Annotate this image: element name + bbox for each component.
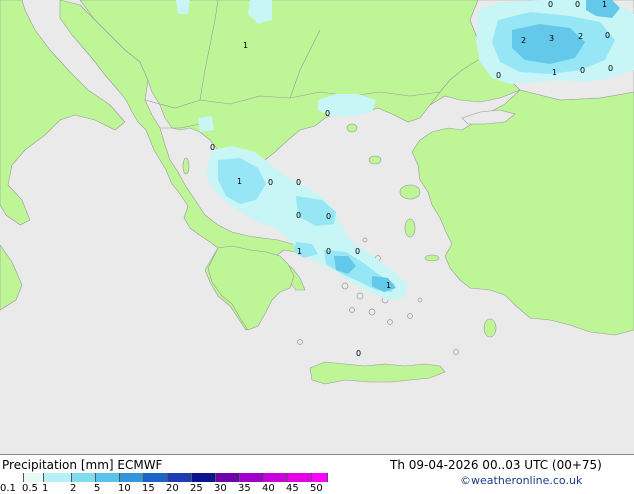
map-label: 1 [297, 247, 302, 256]
legend-swatch [288, 473, 312, 482]
map-label: 0 [326, 247, 331, 256]
legend-tick-label: 0.5 [22, 483, 38, 494]
legend-swatch [44, 473, 72, 482]
land-chios [404, 218, 416, 238]
map-label: 0 [210, 143, 215, 152]
legend-tick-label: 40 [262, 483, 275, 494]
map-label: 0 [356, 349, 361, 358]
legend-swatch [312, 473, 328, 482]
land-rhodes [483, 318, 497, 338]
map-label: 1 [243, 41, 248, 50]
land-corfu [182, 157, 190, 175]
copyright-link[interactable]: ©weatheronline.co.uk [460, 474, 582, 487]
legend-swatch [216, 473, 240, 482]
legend-swatch [120, 473, 144, 482]
legend-swatch [96, 473, 120, 482]
map-label: 0 [296, 211, 301, 220]
map-label: 0 [580, 66, 585, 75]
legend-swatch [240, 473, 264, 482]
legend-tick-label: 25 [190, 483, 203, 494]
precipitation-map: 0 0 1 1 0 2 3 2 0 0 1 0 0 0 0 0 1 0 0 0 … [0, 0, 634, 455]
legend-tick-label: 30 [214, 483, 227, 494]
legend-tick-label: 20 [166, 483, 179, 494]
map-label: 2 [521, 36, 526, 45]
map-label: 0 [268, 178, 273, 187]
legend-tick-label: 50 [310, 483, 323, 494]
legend-swatch [264, 473, 288, 482]
land-thasos [346, 123, 358, 133]
land-lemnos [368, 155, 382, 165]
map-label: 2 [578, 32, 583, 41]
footer: Precipitation [mm] ECMWF Th 09-04-2026 0… [0, 455, 634, 494]
legend-tick-label: 15 [142, 483, 155, 494]
legend-swatch [144, 473, 168, 482]
map-label: 3 [549, 34, 554, 43]
map-label: 0 [608, 64, 613, 73]
land-lesbos [399, 184, 421, 200]
legend-swatch [72, 473, 96, 482]
legend-swatch [168, 473, 192, 482]
legend-tick-label: 0.1 [0, 483, 16, 494]
map-label: 0 [355, 247, 360, 256]
map-label: 0 [605, 31, 610, 40]
legend-tick-label: 1 [42, 483, 49, 494]
map-label: 1 [237, 177, 242, 186]
map-label: 0 [296, 178, 301, 187]
valid-datetime: Th 09-04-2026 00..03 UTC (00+75) [390, 458, 602, 472]
legend-swatch [192, 473, 216, 482]
map-label: 0 [496, 71, 501, 80]
map-title: Precipitation [mm] ECMWF [2, 458, 163, 472]
map-label: 0 [325, 109, 330, 118]
legend-tick-label: 10 [118, 483, 131, 494]
legend-swatch [2, 473, 24, 482]
map-label: 0 [326, 212, 331, 221]
map-label: 1 [386, 281, 391, 290]
legend-swatch [24, 473, 44, 482]
land-samos [424, 254, 440, 262]
map-label: 0 [575, 0, 580, 9]
legend-tick-label: 5 [94, 483, 101, 494]
legend-tick-label: 35 [238, 483, 251, 494]
map-label: 1 [602, 0, 607, 9]
map-label: 1 [552, 68, 557, 77]
legend-tick-label: 45 [286, 483, 299, 494]
map-label: 0 [548, 0, 553, 9]
legend-tick-label: 2 [70, 483, 77, 494]
